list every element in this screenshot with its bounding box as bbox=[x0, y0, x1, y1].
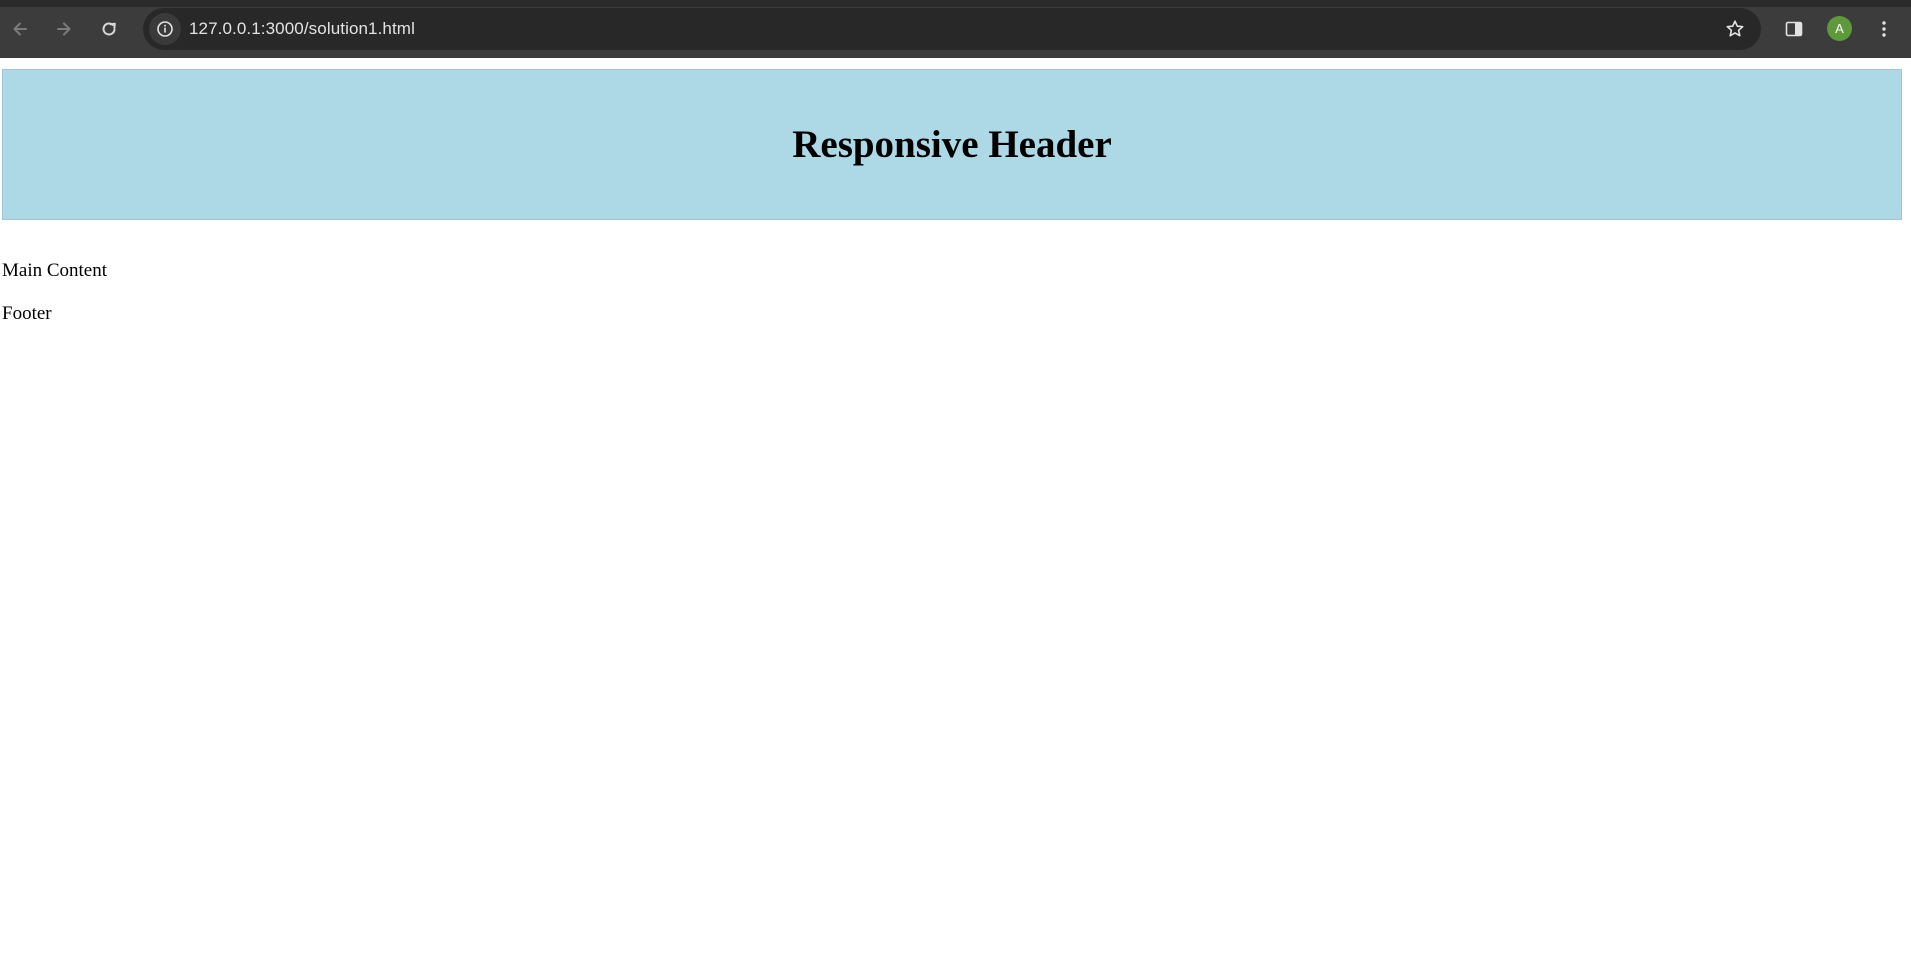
star-icon bbox=[1726, 20, 1744, 37]
browser-menu-button[interactable] bbox=[1868, 13, 1900, 45]
info-icon bbox=[157, 21, 173, 37]
page-header: Responsive Header bbox=[2, 69, 1902, 220]
side-panel-button[interactable] bbox=[1778, 13, 1810, 45]
profile-avatar[interactable]: A bbox=[1827, 16, 1852, 41]
side-panel-icon bbox=[1785, 21, 1803, 37]
reload-icon bbox=[102, 22, 116, 36]
back-button[interactable] bbox=[4, 13, 36, 45]
site-info-button[interactable] bbox=[149, 13, 181, 45]
kebab-menu-icon bbox=[1882, 21, 1886, 37]
browser-toolbar: 127.0.0.1:3000/solution1.html A bbox=[0, 0, 1911, 58]
forward-button[interactable] bbox=[48, 13, 80, 45]
url-text[interactable]: 127.0.0.1:3000/solution1.html bbox=[189, 19, 415, 39]
page-viewport: Responsive Header Main Content Footer bbox=[0, 58, 1911, 954]
main-content: Main Content bbox=[2, 260, 108, 281]
address-bar[interactable]: 127.0.0.1:3000/solution1.html bbox=[143, 8, 1761, 50]
reload-button[interactable] bbox=[93, 13, 125, 45]
bookmark-button[interactable] bbox=[1719, 13, 1751, 45]
footer: Footer bbox=[2, 303, 52, 324]
page-title: Responsive Header bbox=[792, 123, 1112, 166]
arrow-right-icon bbox=[57, 22, 71, 36]
arrow-left-icon bbox=[13, 22, 27, 36]
